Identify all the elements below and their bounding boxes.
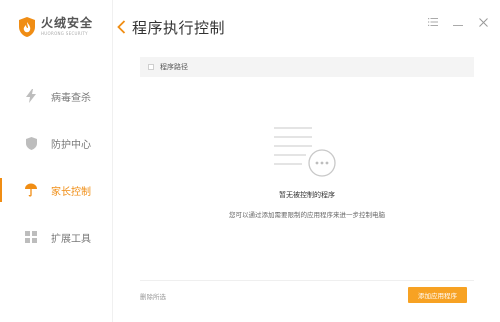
add-application-button[interactable]: 添加应用程序 [408, 287, 467, 303]
empty-state-title: 暂无被控制的程序 [279, 191, 335, 199]
page-title: 程序执行控制 [132, 19, 226, 37]
flame-shield-icon [19, 17, 35, 37]
sidebar-item-extension-tools[interactable]: 扩展工具 [0, 222, 112, 252]
footer-divider [140, 280, 474, 281]
select-all-checkbox[interactable] [148, 64, 154, 70]
app-name: 火绒安全 [41, 16, 94, 30]
umbrella-icon [24, 183, 38, 197]
back-button[interactable] [113, 15, 129, 39]
sidebar-item-virus-scan[interactable]: 病毒查杀 [0, 81, 112, 111]
sidebar-item-label: 防护中心 [51, 139, 91, 151]
lightning-icon [24, 89, 38, 103]
column-header-program-path: 程序路径 [160, 63, 188, 71]
sidebar-item-label: 病毒查杀 [51, 92, 91, 104]
shield-icon [24, 136, 38, 150]
sidebar-item-label: 扩展工具 [51, 233, 91, 245]
sidebar-item-label: 家长控制 [51, 186, 91, 198]
empty-state-subtitle: 您可以通过添加需要限制的应用程序来进一步控制电脑 [229, 211, 385, 219]
empty-list-icon [274, 127, 336, 177]
grid-icon [24, 230, 38, 244]
menu-button[interactable] [426, 15, 440, 29]
header: 程序执行控制 [113, 0, 500, 56]
minimize-icon [453, 25, 463, 26]
sidebar-item-parental-control[interactable]: 家长控制 [0, 175, 112, 205]
app-logo: 火绒安全 HUORONG SECURITY [18, 16, 93, 38]
table-header: 程序路径 [140, 57, 474, 77]
delete-selected-button[interactable]: 删除所选 [140, 291, 166, 301]
close-button[interactable] [476, 15, 490, 29]
sidebar-item-protection[interactable]: 防护中心 [0, 128, 112, 158]
minimize-button[interactable] [451, 15, 465, 29]
sidebar: 火绒安全 HUORONG SECURITY 病毒查杀 防护中心 家长控制 扩展工… [0, 0, 113, 322]
chevron-left-icon [116, 20, 125, 34]
close-icon [478, 17, 488, 27]
menu-icon [428, 18, 438, 26]
app-subtitle: HUORONG SECURITY [41, 31, 88, 36]
